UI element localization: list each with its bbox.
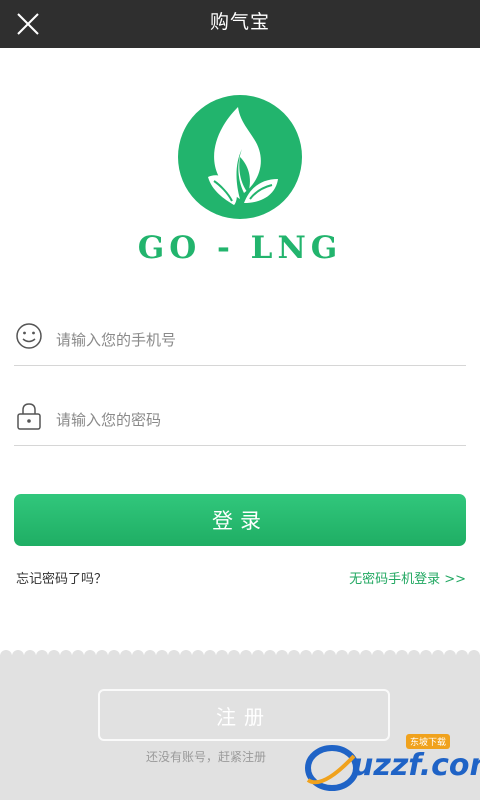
no-password-login-link[interactable]: 无密码手机登录 >>: [349, 568, 466, 587]
brand-name: GO - LNG: [137, 230, 343, 266]
watermark-badge: 东坡下载: [406, 734, 451, 749]
smiley-icon: [16, 323, 42, 349]
leaf-flame-logo: [178, 95, 302, 219]
title-bar: 购气宝: [0, 0, 480, 48]
watermark-text: uzzf.com: [352, 748, 480, 783]
password-input[interactable]: [56, 402, 456, 438]
register-button[interactable]: 注册: [98, 689, 390, 741]
lock-icon: [17, 403, 41, 430]
scallop-edge: [0, 650, 480, 662]
login-button[interactable]: 登录: [14, 494, 466, 546]
forgot-password-link[interactable]: 忘记密码了吗？: [16, 568, 107, 587]
page-title: 购气宝: [209, 11, 270, 33]
register-hint: 还没有账号，赶紧注册: [146, 750, 267, 764]
password-field: [14, 390, 466, 446]
phone-input[interactable]: [56, 322, 456, 358]
phone-field: [14, 310, 466, 366]
